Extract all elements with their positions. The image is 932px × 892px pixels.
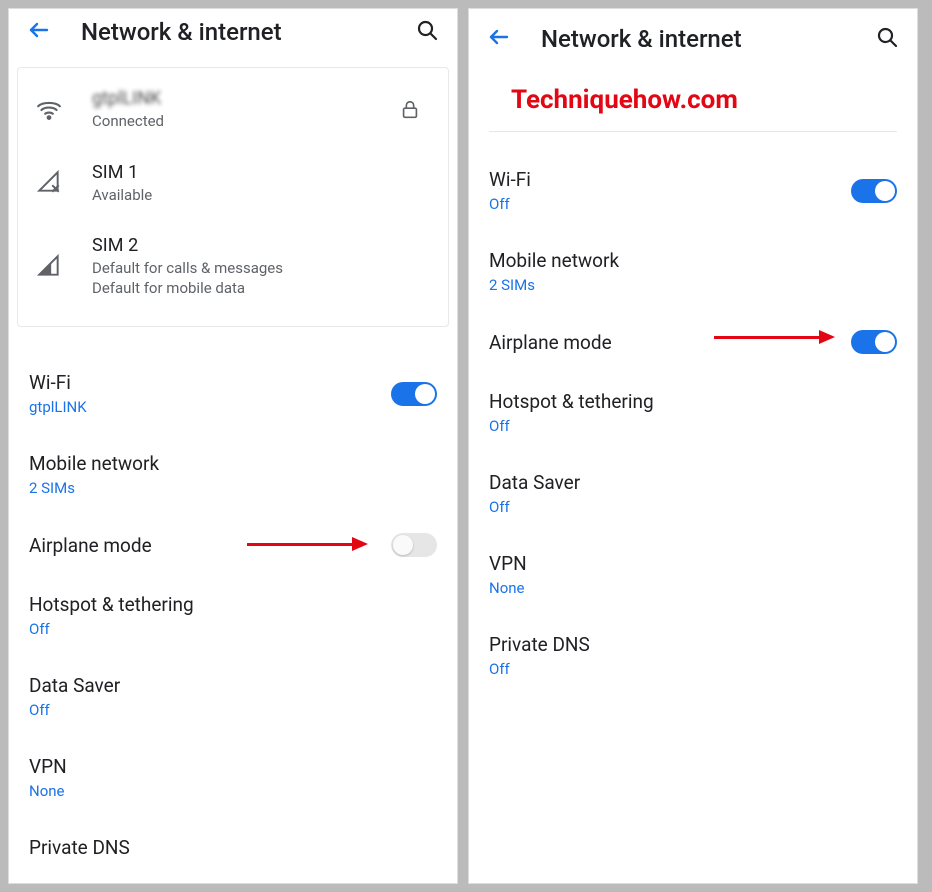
item-hotspot[interactable]: Hotspot & tethering Off xyxy=(469,372,917,453)
item-title: Mobile network xyxy=(489,249,897,272)
settings-list: Wi-Fi gtplLINK Mobile network 2 SIMs Air… xyxy=(9,347,457,883)
screenshot-left: Network & internet gtplLINK Connected SI… xyxy=(8,8,458,884)
sim2-title: SIM 2 xyxy=(92,233,430,256)
item-sub: 2 SIMs xyxy=(489,276,897,294)
item-title: Private DNS xyxy=(29,836,437,859)
wifi-name-blurred: gtplLINK xyxy=(92,88,390,109)
item-vpn[interactable]: VPN None xyxy=(469,534,917,615)
back-icon[interactable] xyxy=(487,25,511,53)
screenshot-right: Network & internet Techniquehow.com Wi-F… xyxy=(468,8,918,884)
back-icon[interactable] xyxy=(27,18,51,46)
item-mobile-network[interactable]: Mobile network 2 SIMs xyxy=(9,434,457,515)
item-data-saver[interactable]: Data Saver Off xyxy=(9,656,457,737)
page-title: Network & internet xyxy=(81,18,415,46)
item-vpn[interactable]: VPN None xyxy=(9,737,457,818)
item-sub: 2 SIMs xyxy=(29,479,437,497)
item-sub: Off xyxy=(489,195,851,213)
signal-icon xyxy=(36,253,92,279)
wifi-status: Connected xyxy=(92,112,390,132)
item-sub: Off xyxy=(29,701,437,719)
item-sub: Off xyxy=(489,660,897,678)
item-title: VPN xyxy=(489,552,897,575)
item-title: Hotspot & tethering xyxy=(489,390,897,413)
sim2-line1: Default for calls & messages xyxy=(92,259,430,279)
lock-icon xyxy=(390,99,430,121)
item-title: Private DNS xyxy=(489,633,897,656)
item-sub: None xyxy=(489,579,897,597)
wifi-toggle[interactable] xyxy=(391,382,437,406)
status-card: gtplLINK Connected SIM 1 Available SIM 2… xyxy=(17,67,449,327)
settings-list: Wi-Fi Off Mobile network 2 SIMs Airplane… xyxy=(469,144,917,702)
item-private-dns[interactable]: Private DNS Off xyxy=(469,615,917,696)
app-bar: Network & internet xyxy=(9,9,457,55)
sim1-title: SIM 1 xyxy=(92,160,430,183)
item-sub: Off xyxy=(489,417,897,435)
sim2-line2: Default for mobile data xyxy=(92,279,430,299)
wifi-icon xyxy=(36,97,92,123)
item-title: Wi-Fi xyxy=(29,371,391,394)
item-private-dns[interactable]: Private DNS xyxy=(9,818,457,877)
card-sim2-row[interactable]: SIM 2 Default for calls & messages Defau… xyxy=(18,219,448,312)
wifi-toggle[interactable] xyxy=(851,179,897,203)
item-sub: gtplLINK xyxy=(29,398,391,416)
item-wifi[interactable]: Wi-Fi gtplLINK xyxy=(9,353,457,434)
search-icon[interactable] xyxy=(415,18,439,46)
divider xyxy=(489,131,897,132)
card-sim1-row[interactable]: SIM 1 Available xyxy=(18,146,448,220)
item-title: VPN xyxy=(29,755,437,778)
item-title: Mobile network xyxy=(29,452,437,475)
search-icon[interactable] xyxy=(875,25,899,53)
item-sub: Off xyxy=(489,498,897,516)
signal-icon xyxy=(36,169,92,195)
item-wifi[interactable]: Wi-Fi Off xyxy=(469,150,917,231)
annotation-arrow xyxy=(247,537,368,551)
page-title: Network & internet xyxy=(541,25,875,53)
item-title: Hotspot & tethering xyxy=(29,593,437,616)
card-wifi-row[interactable]: gtplLINK Connected xyxy=(18,74,448,146)
airplane-toggle[interactable] xyxy=(391,533,437,557)
item-title: Data Saver xyxy=(29,674,437,697)
item-sub: None xyxy=(29,782,437,800)
item-sub: Off xyxy=(29,620,437,638)
item-hotspot[interactable]: Hotspot & tethering Off xyxy=(9,575,457,656)
item-title: Data Saver xyxy=(489,471,897,494)
app-bar: Network & internet xyxy=(469,9,917,69)
item-mobile-network[interactable]: Mobile network 2 SIMs xyxy=(469,231,917,312)
airplane-toggle[interactable] xyxy=(851,330,897,354)
item-data-saver[interactable]: Data Saver Off xyxy=(469,453,917,534)
item-airplane-mode[interactable]: Airplane mode xyxy=(469,312,917,372)
item-airplane-mode[interactable]: Airplane mode xyxy=(9,515,457,575)
item-title: Wi-Fi xyxy=(489,168,851,191)
watermark-text: Techniquehow.com xyxy=(469,69,917,123)
annotation-arrow xyxy=(714,330,835,344)
sim1-status: Available xyxy=(92,186,430,206)
